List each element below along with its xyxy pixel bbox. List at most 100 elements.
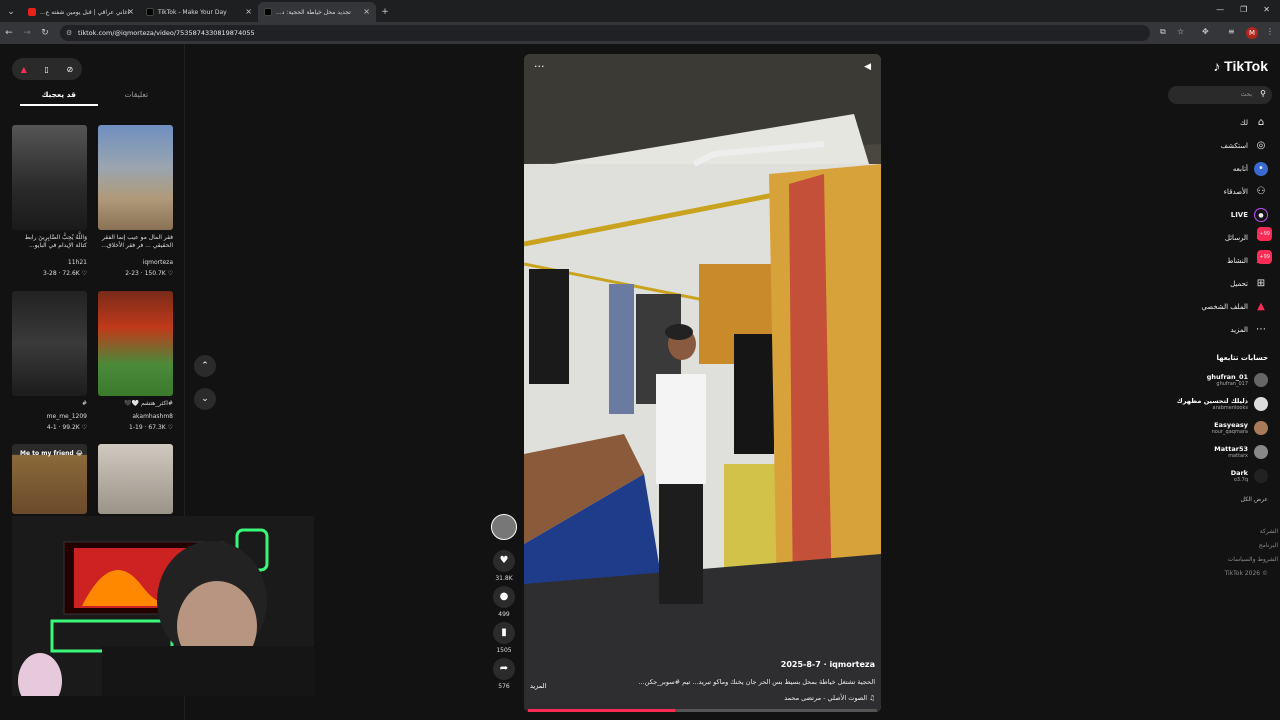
save-button[interactable]: ▮ 1505 <box>490 622 518 654</box>
share-button[interactable]: ➦ 576 <box>490 658 518 690</box>
device-icon[interactable]: ▯ <box>45 65 49 74</box>
browser-tab-strip: ⌄ اغاني عراقي | قبل يومين شفته ع... × Ti… <box>0 0 1280 22</box>
nav-messages[interactable]: ✉99+الرسائل <box>1225 227 1272 245</box>
caption-more-link[interactable]: المزيد <box>530 682 546 690</box>
video-player[interactable]: ··· ◀ 2025-8-7 · iqmorteza الحجية تشتغل … <box>524 54 881 712</box>
youtube-icon <box>28 8 36 16</box>
block-icon[interactable]: ⊘ <box>67 65 74 74</box>
video-thumbnail[interactable] <box>98 125 173 230</box>
upload-icon: ⊞ <box>1256 278 1266 289</box>
following-account[interactable]: Easyeasy nour_qaqmara <box>1212 421 1268 435</box>
tab-for-you[interactable]: قد يعجبك <box>20 88 98 106</box>
like-button[interactable]: ♥ 31.8K <box>490 550 518 582</box>
volume-icon[interactable]: ◀ <box>864 62 871 72</box>
friends-icon: ⚇ <box>1256 186 1266 197</box>
heart-icon: ♥ <box>493 550 515 572</box>
thumbnail-caption[interactable]: #اكثر_هتشم 🤍🖤 <box>98 400 173 408</box>
tab-comments[interactable]: تعليقات <box>98 88 176 106</box>
thumbnail-caption[interactable]: # <box>12 400 87 408</box>
thumbnail-user[interactable]: akamhashm8 <box>98 413 173 420</box>
thumbnail-caption[interactable]: فقر المال مو عيب إنما الفقر الحقيقي ... … <box>98 234 173 251</box>
thumbnail-stats: 3-28 · 72.6K ♡ <box>43 270 87 277</box>
footer-terms[interactable]: الشروط والسياسات <box>1228 556 1278 563</box>
comment-button[interactable]: ● 499 <box>490 586 518 618</box>
panel-controls: ▲ ▯ ⊘ <box>12 58 82 80</box>
nav-upload[interactable]: ⊞ تحميل <box>1230 277 1268 291</box>
author-avatar[interactable] <box>490 514 518 540</box>
nav-explore[interactable]: ◎ استكشف <box>1221 139 1268 153</box>
see-all-link[interactable]: عرض الكل <box>1241 496 1268 503</box>
nav-activity[interactable]: ☐99+النشاط <box>1227 250 1272 268</box>
video-thumbnail[interactable] <box>12 291 87 396</box>
home-icon: ⌂ <box>1257 117 1265 128</box>
nav-more[interactable]: ⋯ المزيد <box>1230 323 1268 337</box>
close-tab-icon[interactable]: × <box>245 7 252 16</box>
search-input[interactable]: بحث ⚲ <box>1168 86 1272 104</box>
browser-menu-icon[interactable]: ⋮ <box>1266 27 1274 36</box>
following-account[interactable]: Mattar53 mattarx <box>1214 445 1268 459</box>
maximize-icon[interactable]: ❐ <box>1240 5 1247 14</box>
close-tab-icon[interactable]: × <box>363 7 370 16</box>
more-icon: ⋯ <box>1256 324 1266 335</box>
activity-badge: 99+ <box>1257 250 1272 264</box>
thumbnail-user[interactable]: 11h21 <box>12 259 87 266</box>
search-icon[interactable]: ⚲ <box>1260 89 1266 98</box>
webcam-overlay <box>12 516 314 696</box>
nav-profile[interactable]: ▲ الملف الشخصي <box>1201 300 1268 314</box>
webcam-image <box>12 516 314 696</box>
media-icon[interactable]: ≡ <box>1228 27 1235 36</box>
tiktok-logo[interactable]: ♪ TikTok <box>1213 58 1268 74</box>
nav-friends[interactable]: ⚇ الأصدقاء <box>1224 185 1268 199</box>
video-options-icon[interactable]: ··· <box>534 60 545 73</box>
previous-video-button[interactable]: ⌃ <box>194 355 216 377</box>
following-account[interactable]: دليلك لتحسين مظهرك arabmenlooks <box>1177 397 1268 411</box>
following-accounts-title: حسابات تتابعها <box>1216 354 1268 362</box>
install-icon[interactable]: ⧉ <box>1160 27 1166 37</box>
reload-icon[interactable]: ↻ <box>36 28 54 38</box>
video-thumbnail[interactable] <box>98 444 173 514</box>
browser-tab-1[interactable]: اغاني عراقي | قبل يومين شفته ع... × <box>22 2 140 22</box>
address-bar[interactable]: ⚙ tiktok.com/@iqmorteza/video/7535874330… <box>60 25 1150 41</box>
avatar <box>1254 469 1268 483</box>
window-controls: — ❐ ✕ <box>1206 0 1280 19</box>
new-tab-icon[interactable]: + <box>376 2 394 22</box>
footer-program[interactable]: البرنامج <box>1259 542 1278 549</box>
following-account[interactable]: ghufran_01 ghufran_017 <box>1207 373 1268 387</box>
forward-icon[interactable]: → <box>18 28 36 38</box>
thumbnail-user[interactable]: iqmorteza <box>98 259 173 266</box>
tab-search-icon[interactable]: ⌄ <box>0 2 22 22</box>
nav-live[interactable]: ● LIVE <box>1231 208 1268 222</box>
footer-company[interactable]: الشركة <box>1260 528 1278 535</box>
extensions-icon[interactable]: ✥ <box>1202 27 1209 36</box>
close-window-icon[interactable]: ✕ <box>1263 5 1270 14</box>
following-account[interactable]: Dark o3.7q <box>1231 469 1268 483</box>
site-info-icon[interactable]: ⚙ <box>66 25 72 41</box>
compass-icon: ◎ <box>1256 140 1266 151</box>
back-icon[interactable]: ← <box>0 28 18 38</box>
nav-following[interactable]: • أتابعه <box>1233 162 1268 176</box>
minimize-icon[interactable]: — <box>1216 5 1224 14</box>
video-author-date[interactable]: 2025-8-7 · iqmorteza <box>781 660 875 669</box>
thumbnail-user[interactable]: me_me_1209 <box>12 413 87 420</box>
video-thumbnail[interactable]: Me to my friend 😂 <box>12 444 87 514</box>
video-thumbnail[interactable] <box>98 291 173 396</box>
video-actions: ♥ 31.8K ● 499 ▮ 1505 ➦ 576 <box>490 514 518 694</box>
browser-tab-3[interactable]: تجديد محل خياطة الحجية: د... × <box>258 2 376 22</box>
next-video-button[interactable]: ⌄ <box>194 388 216 410</box>
panel-tabs: قد يعجبك تعليقات <box>20 88 175 106</box>
avatar <box>1254 397 1268 411</box>
comment-icon: ● <box>493 586 515 608</box>
video-thumbnail[interactable] <box>12 125 87 230</box>
thumbnail-caption[interactable]: وَاللَّهُ يُحِبُّ الصَّابِرِينَ رابط كتا… <box>12 234 87 251</box>
footer-copyright: TikTok 2026 © <box>1224 570 1269 577</box>
close-tab-icon[interactable]: × <box>127 7 134 16</box>
warning-icon[interactable]: ▲ <box>21 65 27 74</box>
profile-avatar[interactable]: M <box>1246 27 1258 39</box>
avatar <box>1254 421 1268 435</box>
nav-for-you[interactable]: ⌂ لك <box>1240 116 1268 130</box>
thumbnail-stats: 1-19 · 67.3K ♡ <box>129 424 173 431</box>
bookmark-star-icon[interactable]: ☆ <box>1177 27 1184 36</box>
video-progress-bar[interactable] <box>528 709 877 712</box>
browser-tab-2[interactable]: TikTok - Make Your Day × <box>140 2 258 22</box>
video-sound[interactable]: ♫ الصوت الأصلي - مرتضى محمد <box>784 694 875 702</box>
